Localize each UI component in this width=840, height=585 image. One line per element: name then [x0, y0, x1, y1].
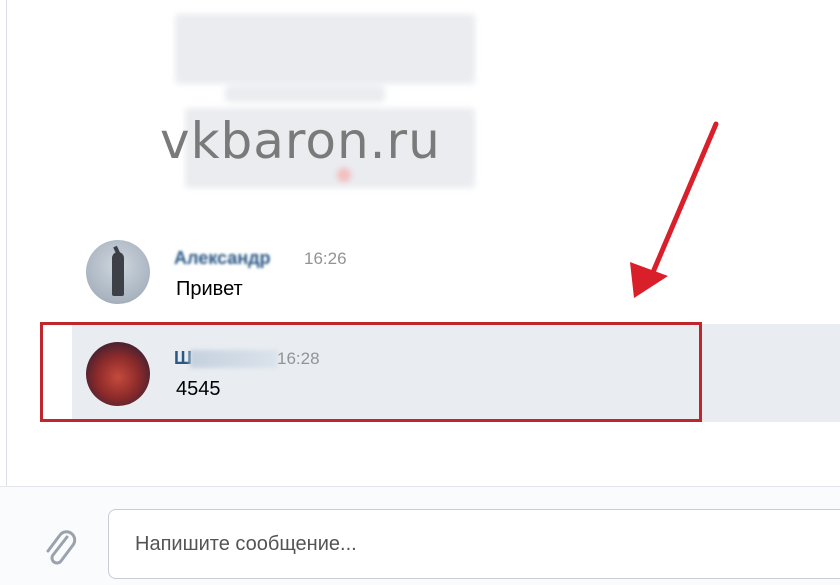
highlight-frame [40, 322, 702, 422]
paperclip-icon[interactable] [40, 527, 80, 571]
message-composer [0, 486, 840, 585]
message-text: Привет [176, 278, 243, 300]
sender-name[interactable]: Александр [174, 248, 271, 269]
message-time[interactable]: 16:26 [304, 249, 347, 269]
message-item: Александр 16:26 Привет [0, 232, 840, 310]
message-input[interactable] [108, 509, 840, 579]
avatar[interactable] [86, 240, 150, 304]
blurred-previous-content [165, 0, 495, 200]
watermark: vkbaron.ru [160, 112, 441, 170]
